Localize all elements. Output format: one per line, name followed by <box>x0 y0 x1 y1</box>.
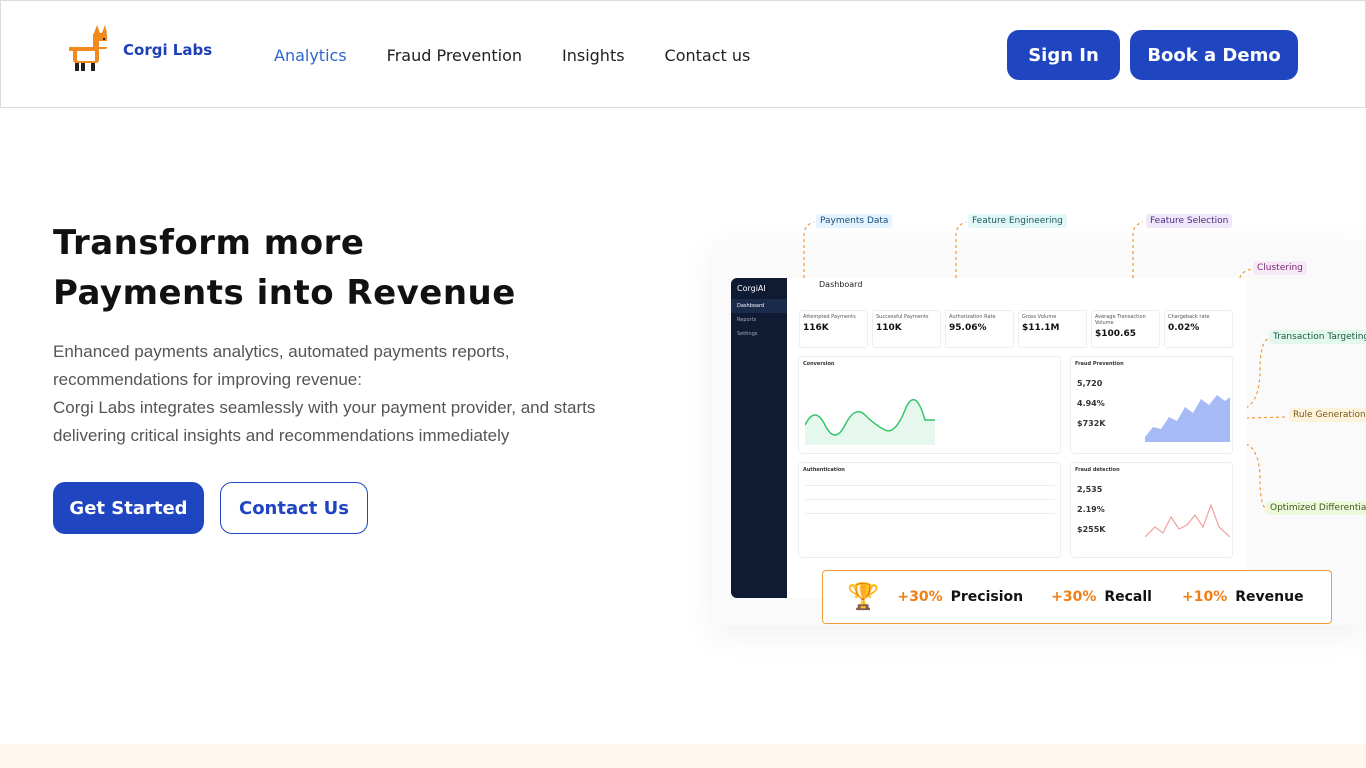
hero-desc-line2: recommendations for improving revenue: <box>53 370 362 389</box>
brand-logo[interactable]: Corgi Labs <box>67 25 212 75</box>
table-divider <box>805 513 1055 514</box>
kpi-value: 0.02% <box>1168 323 1200 333</box>
site-header: Corgi Labs Analytics Fraud Prevention In… <box>0 0 1366 108</box>
hero-desc-line4: delivering critical insights and recomme… <box>53 426 510 445</box>
get-started-button[interactable]: Get Started <box>53 482 204 534</box>
metric-label: Recall <box>1104 589 1152 605</box>
tag-transaction-targeting: Transaction Targeting <box>1269 330 1366 344</box>
kpi-label: Average Transaction Volume <box>1095 314 1146 326</box>
kpi-card: Successful Payments 110K <box>872 310 941 348</box>
corgi-icon <box>69 25 107 71</box>
metric-recall: +30% Recall <box>1051 589 1152 605</box>
tag-feature-selection: Feature Selection <box>1146 214 1233 228</box>
metric-value: +30% <box>1051 589 1097 605</box>
fraud-value-2: 4.94% <box>1077 399 1105 408</box>
hero-title-line2: Payments into Revenue <box>53 273 516 313</box>
fraud-area-chart <box>1145 395 1230 442</box>
metric-value: +30% <box>897 589 943 605</box>
kpi-value: $11.1M <box>1022 323 1060 333</box>
conversion-card: Conversion <box>798 356 1061 454</box>
fraud-value-3: $732K <box>1077 419 1106 428</box>
tag-optimized-differentiation: Optimized Differentiation <box>1266 501 1366 515</box>
results-banner: 🏆 +30% Precision +30% Recall +10% Revenu… <box>822 570 1332 624</box>
hero-title: Transform more Payments into Revenue <box>53 218 516 318</box>
sign-in-button[interactable]: Sign In <box>1007 30 1120 80</box>
kpi-card: Chargeback rate 0.02% <box>1164 310 1233 348</box>
fraud-prevention-card: Fraud Prevention 5,720 4.94% $732K <box>1070 356 1233 454</box>
trophy-icon: 🏆 <box>847 582 880 612</box>
sidebar-item-settings[interactable]: Settings <box>731 327 787 341</box>
table-divider <box>805 485 1055 486</box>
kpi-value: 95.06% <box>949 323 987 333</box>
product-illustration: Payments Data Feature Engineering Featur… <box>712 200 1366 625</box>
kpi-value: 116K <box>803 323 829 333</box>
kpi-card: Attempted Payments 116K <box>799 310 868 348</box>
metric-label: Revenue <box>1235 589 1304 605</box>
next-section-band <box>0 744 1366 768</box>
main-nav: Analytics Fraud Prevention Insights Cont… <box>274 46 750 65</box>
book-demo-button[interactable]: Book a Demo <box>1130 30 1298 80</box>
kpi-value: 110K <box>876 323 902 333</box>
tag-clustering: Clustering <box>1253 261 1307 275</box>
conversion-line-chart <box>805 398 935 445</box>
hero-desc-line3: Corgi Labs integrates seamlessly with yo… <box>53 398 596 417</box>
table-divider <box>805 499 1055 500</box>
fraud-detection-card: Fraud detection 2,535 2.19% $255K <box>1070 462 1233 558</box>
dashboard-title: Dashboard <box>819 280 863 289</box>
kpi-row: Attempted Payments 116K Successful Paymen… <box>799 310 1233 348</box>
fraud-detection-title: Fraud detection <box>1075 467 1120 473</box>
sidebar-item-reports[interactable]: Reports <box>731 313 787 327</box>
metric-value: +10% <box>1181 589 1228 605</box>
app-sidebar: CorgiAI Dashboard Reports Settings <box>731 278 787 598</box>
tag-rule-generation: Rule Generation <box>1289 408 1366 422</box>
metric-label: Precision <box>950 589 1024 605</box>
kpi-card: Gross Volume $11.1M <box>1018 310 1087 348</box>
fraud-detection-chart <box>1145 503 1230 538</box>
kpi-label: Successful Payments <box>876 314 929 320</box>
sidebar-item-dashboard[interactable]: Dashboard <box>731 299 787 313</box>
authentication-card: Authentication <box>798 462 1061 558</box>
tag-feature-engineering: Feature Engineering <box>968 214 1067 228</box>
kpi-label: Attempted Payments <box>803 314 856 320</box>
conversion-title: Conversion <box>803 361 835 367</box>
detection-value-3: $255K <box>1077 525 1106 534</box>
kpi-label: Gross Volume <box>1022 314 1057 320</box>
hero-title-line1: Transform more <box>53 223 365 263</box>
kpi-card: Authorization Rate 95.06% <box>945 310 1014 348</box>
metric-precision: +30% Precision <box>897 589 1023 605</box>
detection-value-1: 2,535 <box>1077 485 1103 494</box>
fraud-value-1: 5,720 <box>1077 379 1103 388</box>
fraud-prevention-title: Fraud Prevention <box>1075 361 1124 367</box>
hero-desc-line1: Enhanced payments analytics, automated p… <box>53 342 510 361</box>
authentication-title: Authentication <box>803 467 845 473</box>
sidebar-brand: CorgiAI <box>737 284 766 293</box>
nav-item-insights[interactable]: Insights <box>562 46 625 65</box>
nav-item-analytics[interactable]: Analytics <box>274 46 347 65</box>
tag-payments-data: Payments Data <box>816 214 893 228</box>
detection-value-2: 2.19% <box>1077 505 1105 514</box>
dashboard-panel: Dashboard Attempted Payments 116K Success… <box>787 278 1247 598</box>
kpi-value: $100.65 <box>1095 329 1136 339</box>
brand-name: Corgi Labs <box>123 41 213 59</box>
kpi-card: Average Transaction Volume $100.65 <box>1091 310 1160 348</box>
nav-item-contact-us[interactable]: Contact us <box>665 46 751 65</box>
metric-revenue: +10% Revenue <box>1182 589 1304 605</box>
kpi-label: Authorization Rate <box>949 314 996 320</box>
hero-description: Enhanced payments analytics, automated p… <box>53 338 693 450</box>
kpi-label: Chargeback rate <box>1168 314 1210 320</box>
contact-us-button[interactable]: Contact Us <box>220 482 368 534</box>
nav-item-fraud-prevention[interactable]: Fraud Prevention <box>387 46 522 65</box>
